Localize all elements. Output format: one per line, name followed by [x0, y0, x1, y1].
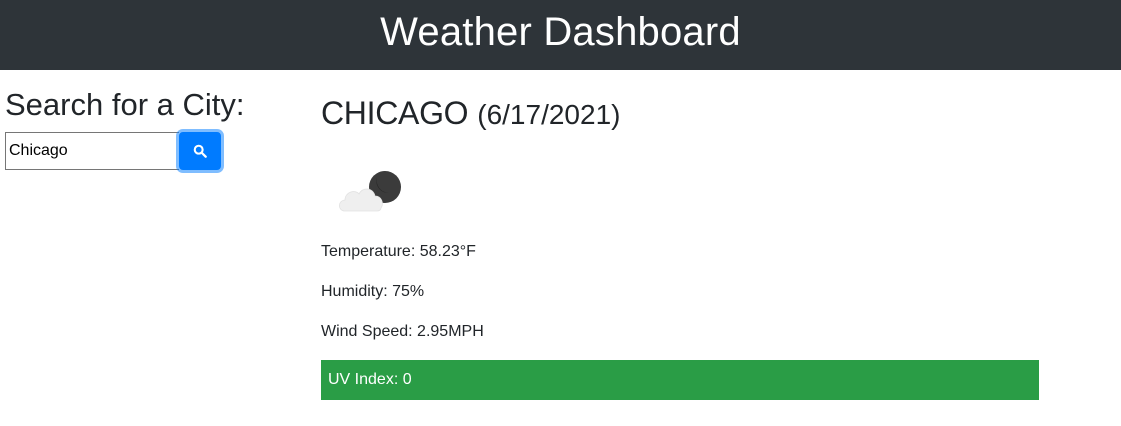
search-icon [193, 144, 207, 158]
page-title: Weather Dashboard [380, 9, 741, 54]
humidity-text: Humidity: 75% [321, 283, 425, 300]
search-form [5, 132, 221, 170]
partly-cloudy-night-icon [338, 171, 401, 212]
search-heading: Search for a City: [5, 87, 245, 122]
city-name: CHICAGO [321, 95, 469, 131]
page-header: Weather Dashboard [0, 0, 1121, 70]
search-button[interactable] [179, 132, 221, 170]
forecast-date: (6/17/2021) [477, 99, 621, 130]
uv-index-badge: UV Index: 0 [321, 360, 1039, 400]
city-title-line: CHICAGO (6/17/2021) [321, 95, 1039, 133]
city-search-input[interactable] [5, 132, 179, 170]
temperature-text: Temperature: 58.23°F [321, 243, 476, 260]
search-panel: Search for a City: [5, 86, 295, 170]
wind-speed-text: Wind Speed: 2.95MPH [321, 323, 484, 340]
current-weather-panel: CHICAGO (6/17/2021) Temperature: 58.23°F… [321, 95, 1039, 400]
